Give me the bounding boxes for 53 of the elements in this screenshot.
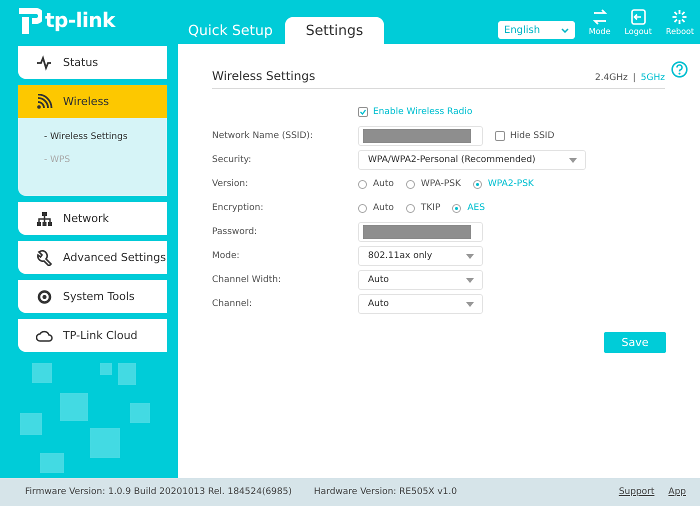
sidebar-item[interactable]: System Tools <box>18 280 167 313</box>
chevron-down-icon <box>561 28 569 32</box>
caret-icon <box>466 254 474 258</box>
dropdown-select[interactable]: Auto <box>358 270 483 290</box>
caret-icon <box>569 158 577 162</box>
field-label: Password: <box>212 227 258 237</box>
wrench-icon <box>36 250 53 266</box>
submenu-item[interactable]: - Wireless Settings <box>44 132 167 142</box>
input-field[interactable] <box>358 126 483 146</box>
field-label: Mode: <box>212 251 241 261</box>
input-field[interactable] <box>358 222 483 242</box>
separator-text: | <box>632 73 636 83</box>
hardware-version: Hardware Version: RE505X v1.0 <box>314 487 457 497</box>
nav-tab[interactable]: Settings <box>284 17 384 44</box>
wifi-icon <box>36 94 53 110</box>
checkbox-label: Hide SSID <box>510 131 554 141</box>
checkbox[interactable] <box>495 131 505 141</box>
sidebar-item[interactable]: Status <box>18 46 167 79</box>
section-title: Wireless Settings <box>212 69 316 83</box>
dropdown-select[interactable]: Auto <box>358 294 483 314</box>
checkbox[interactable] <box>358 107 368 117</box>
reboot-icon <box>671 9 688 25</box>
logout-icon <box>630 9 647 25</box>
caret-icon <box>466 278 474 282</box>
field-label: Network Name (SSID): <box>212 131 314 141</box>
footer-link[interactable]: App <box>668 487 686 497</box>
swap-icon <box>591 9 608 25</box>
field-label: Channel: <box>212 299 253 309</box>
footer-link[interactable]: Support <box>618 487 654 497</box>
radio-option[interactable]: WPA-PSK <box>406 179 461 189</box>
field-label: Security: <box>212 155 252 165</box>
logo-icon <box>16 5 42 35</box>
firmware-version: Firmware Version: 1.0.9 Build 20201013 Rel. 184524(6985) <box>25 487 292 497</box>
sidebar-item[interactable]: TP-Link Cloud <box>18 319 167 352</box>
dropdown-select[interactable]: 802.11ax only <box>358 246 483 266</box>
radio-option[interactable]: Auto <box>358 203 394 213</box>
pulse-icon <box>36 54 53 70</box>
sidebar-item[interactable]: Network <box>18 202 167 235</box>
caret-icon <box>466 302 474 306</box>
checkbox-label: Enable Wireless Radio <box>373 107 472 117</box>
radio-option[interactable]: Auto <box>358 179 394 189</box>
check-icon <box>360 109 366 115</box>
sidebar-item[interactable]: Advanced Settings <box>18 241 167 274</box>
help-icon[interactable] <box>671 61 688 78</box>
brand-logo: tp-link <box>45 8 115 32</box>
field-label: Version: <box>212 179 250 189</box>
radio-option[interactable]: TKIP <box>406 203 440 213</box>
sidebar-item[interactable]: Wireless <box>18 85 167 118</box>
field-label: Channel Width: <box>212 275 282 285</box>
field-label: Encryption: <box>212 203 264 213</box>
dropdown-select[interactable]: WPA/WPA2-Personal (Recommended) <box>358 150 586 170</box>
network-icon <box>36 210 53 226</box>
band-link[interactable]: 2.4GHz <box>594 73 628 83</box>
